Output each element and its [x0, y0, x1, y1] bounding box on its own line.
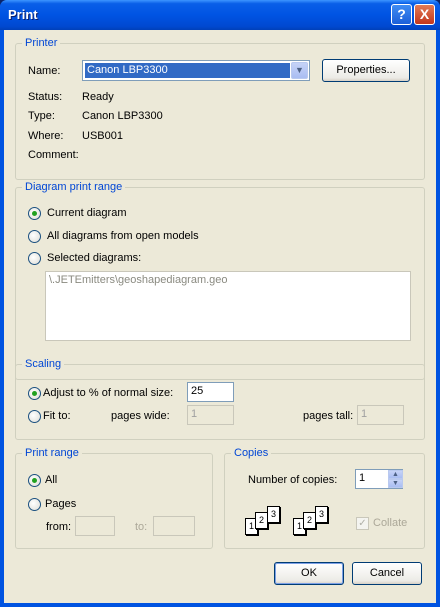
pages-tall-label: pages tall: [303, 410, 354, 422]
scaling-legend: Scaling [22, 358, 65, 370]
current-diagram-radio[interactable] [28, 207, 41, 220]
printer-legend: Printer [22, 37, 61, 49]
pages-wide-input[interactable]: 1 [187, 405, 234, 425]
print-pages-radio[interactable] [28, 498, 41, 511]
name-label: Name: [28, 65, 61, 77]
adjust-percent-input[interactable]: 25 [187, 382, 234, 402]
adjust-label[interactable]: Adjust to % of normal size: [43, 387, 173, 399]
selected-diagrams-radio[interactable] [28, 252, 41, 265]
to-input[interactable] [153, 516, 195, 536]
window-title: Print [8, 7, 38, 22]
from-label: from: [46, 521, 72, 533]
printer-group: Printer Name: Canon LBP3300 ▼ Properties… [15, 37, 425, 180]
copies-group: Copies Number of copies: 1 ▲ ▼ 1 2 3 1 2… [224, 447, 425, 549]
diagram-range-group: Diagram print range Current diagram All … [15, 181, 425, 380]
spin-down-icon[interactable]: ▼ [388, 479, 403, 488]
fit-to-label[interactable]: Fit to: [43, 410, 71, 422]
print-range-legend: Print range [22, 447, 82, 459]
collated-pages-icon: 1 2 3 [293, 506, 343, 538]
cancel-button[interactable]: Cancel [352, 562, 422, 585]
help-button[interactable]: ? [391, 4, 412, 25]
properties-button[interactable]: Properties... [322, 59, 410, 82]
spin-up-icon[interactable]: ▲ [388, 470, 403, 479]
status-value: Ready [82, 91, 114, 103]
current-diagram-label[interactable]: Current diagram [47, 207, 126, 219]
type-value: Canon LBP3300 [82, 110, 163, 122]
where-value: USB001 [82, 130, 123, 142]
printer-name-select[interactable]: Canon LBP3300 ▼ [82, 60, 310, 81]
pages-wide-label: pages wide: [111, 410, 170, 422]
dialog-body: Printer Name: Canon LBP3300 ▼ Properties… [4, 30, 436, 603]
fit-to-radio[interactable] [28, 410, 41, 423]
title-bar[interactable]: Print ? X [0, 0, 440, 30]
all-diagrams-label[interactable]: All diagrams from open models [47, 230, 199, 242]
print-all-radio[interactable] [28, 474, 41, 487]
number-of-copies-label: Number of copies: [248, 474, 338, 486]
comment-label: Comment: [28, 149, 79, 161]
list-item[interactable]: \.JETEmitters\geoshapediagram.geo [49, 274, 407, 286]
print-pages-label[interactable]: Pages [45, 498, 76, 510]
collate-checkbox[interactable]: ✓ [356, 517, 369, 530]
close-button[interactable]: X [414, 4, 435, 25]
selected-diagrams-list[interactable]: \.JETEmitters\geoshapediagram.geo [45, 271, 411, 341]
all-diagrams-radio[interactable] [28, 230, 41, 243]
copies-legend: Copies [231, 447, 272, 459]
print-dialog: Print ? X Printer Name: Canon LBP3300 ▼ … [0, 0, 440, 607]
uncollated-pages-icon: 1 2 3 [245, 506, 295, 538]
diagram-range-legend: Diagram print range [22, 181, 126, 193]
selected-diagrams-label[interactable]: Selected diagrams: [47, 252, 141, 264]
to-label: to: [135, 521, 148, 533]
adjust-radio[interactable] [28, 387, 41, 400]
page-icon: 3 [315, 506, 328, 523]
scaling-group: Scaling Adjust to % of normal size: 25 F… [15, 358, 425, 440]
from-input[interactable] [75, 516, 115, 536]
print-all-label[interactable]: All [45, 474, 57, 486]
copies-stepper[interactable]: ▲ ▼ [388, 470, 403, 488]
print-range-group: Print range All Pages from: to: [15, 447, 213, 549]
pages-tall-input[interactable]: 1 [357, 405, 404, 425]
chevron-down-icon[interactable]: ▼ [291, 62, 308, 79]
type-label: Type: [28, 110, 55, 122]
collate-label[interactable]: Collate [373, 517, 407, 529]
status-label: Status: [28, 91, 63, 103]
ok-button[interactable]: OK [274, 562, 344, 585]
page-icon: 3 [267, 506, 280, 523]
where-label: Where: [28, 130, 64, 142]
printer-name-value: Canon LBP3300 [85, 63, 290, 78]
